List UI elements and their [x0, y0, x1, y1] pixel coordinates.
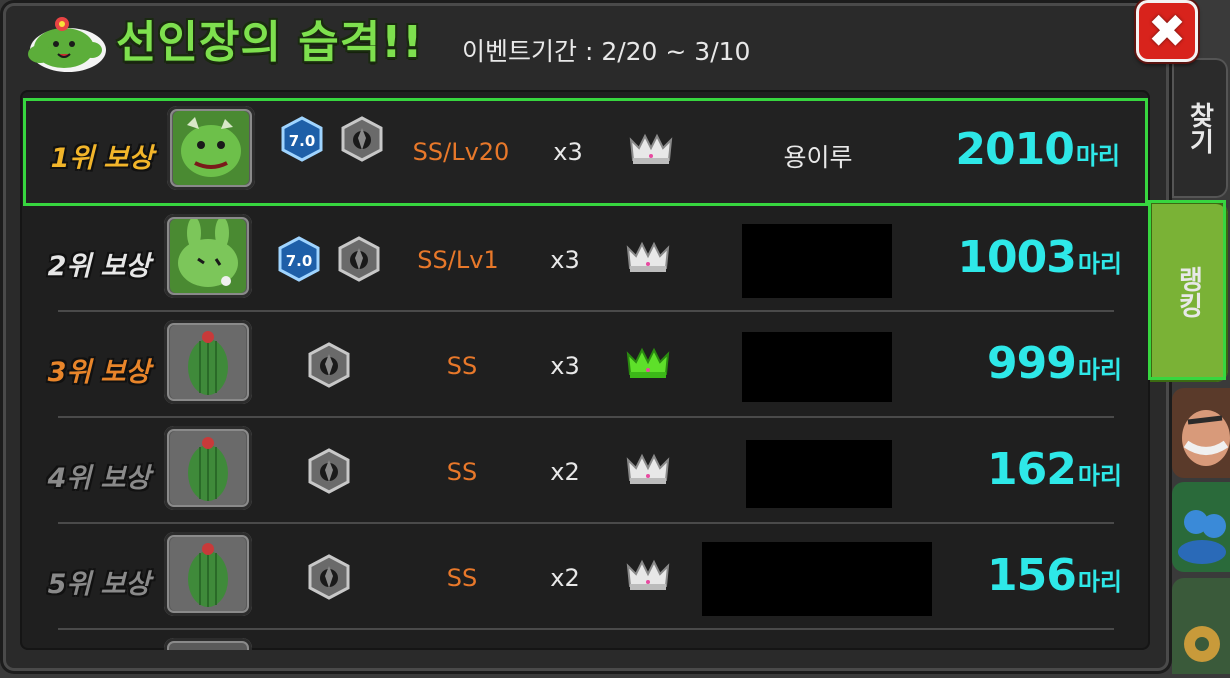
event-period: 이벤트기간 : 2/20 ~ 3/10	[462, 37, 751, 66]
score-label: 1003마리	[957, 232, 1122, 283]
friends-icon[interactable]	[1172, 482, 1230, 572]
grade-label: SS	[446, 564, 478, 592]
rank-label: 3위 보상	[47, 357, 151, 388]
close-icon: ✖	[1147, 4, 1187, 58]
multiplier-label: x3	[550, 246, 580, 274]
score-value: 999	[986, 338, 1077, 389]
monster-portrait-cactus	[164, 426, 252, 510]
gem-icon	[338, 236, 380, 282]
multiplier-label: x3	[553, 138, 583, 166]
score-label: 999마리	[987, 338, 1122, 389]
rank-label: 2위 보상	[47, 251, 151, 282]
villain-avatar-icon[interactable]	[1172, 388, 1230, 478]
player-name: 용이루	[783, 143, 853, 172]
crown-green-icon	[626, 347, 670, 378]
grade-label: SS/Lv20	[412, 138, 510, 166]
tab-ranking-highlight	[1148, 200, 1226, 380]
monster-portrait-rabbit	[164, 214, 252, 298]
score-label: 156마리	[987, 550, 1122, 601]
monster-portrait-cactus	[164, 532, 252, 616]
ranking-row-2[interactable]: 2위 보상 7.0 SS/Lv1 x3 1003마리	[20, 206, 1150, 312]
score-unit: 마리	[1077, 250, 1122, 278]
score-label: 162마리	[987, 444, 1122, 495]
monster-portrait-partial	[164, 638, 252, 650]
ranking-row-3[interactable]: 3위 보상 SS x3 999마리	[20, 312, 1150, 418]
redacted-name	[742, 224, 892, 298]
gem-icon	[341, 116, 383, 162]
level-badge-text: 7.0	[286, 252, 313, 270]
crown-icon	[626, 559, 670, 590]
crown-icon	[626, 453, 670, 484]
grade-label: SS	[446, 352, 478, 380]
level-badge-icon: 7.0	[281, 116, 323, 162]
redacted-name	[746, 440, 892, 508]
score-value: 156	[986, 550, 1077, 601]
tab-search[interactable]: 찾기	[1172, 58, 1228, 198]
score-value: 1003	[957, 232, 1076, 283]
close-button[interactable]: ✖	[1136, 0, 1198, 62]
monster-portrait-dragon	[167, 106, 255, 190]
redacted-name	[742, 332, 892, 402]
gem-icon	[308, 554, 350, 600]
level-badge-icon: 7.0	[278, 236, 320, 282]
redacted-name	[702, 542, 932, 616]
monster-portrait-cactus	[164, 320, 252, 404]
ranking-row-5[interactable]: 5위 보상 SS x2 156마리	[20, 524, 1150, 630]
score-unit: 마리	[1077, 568, 1122, 596]
ranking-list[interactable]: 1위 보상 7.0 SS/Lv20 x3 용이루 2010마리 2위 보상 7.…	[20, 90, 1150, 650]
multiplier-label: x3	[550, 352, 580, 380]
ranking-row-1[interactable]: 1위 보상 7.0 SS/Lv20 x3 용이루 2010마리	[23, 98, 1148, 206]
score-unit: 마리	[1077, 462, 1122, 490]
row-divider	[58, 628, 1114, 630]
rank-label: 5위 보상	[47, 569, 151, 600]
tab-search-label: 찾기	[1184, 102, 1215, 154]
grade-label: SS/Lv1	[417, 246, 499, 274]
score-value: 162	[986, 444, 1077, 495]
gem-icon	[308, 448, 350, 494]
level-badge-text: 7.0	[289, 132, 316, 150]
grade-label: SS	[446, 458, 478, 486]
event-panel: 선인장의 습격!! 이벤트기간 : 2/20 ~ 3/10 1위 보상 7.0	[0, 0, 1172, 674]
ranking-row-4[interactable]: 4위 보상 SS x2 162마리	[20, 418, 1150, 524]
event-title: 선인장의 습격!!	[116, 17, 424, 68]
gem-icon	[308, 342, 350, 388]
multiplier-label: x2	[550, 458, 580, 486]
rank-label: 1위 보상	[50, 143, 154, 174]
score-label: 2010마리	[955, 124, 1120, 175]
settings-gear-icon[interactable]	[1172, 578, 1230, 674]
rank-label: 4위 보상	[47, 463, 151, 494]
cactus-mascot-icon	[28, 17, 106, 72]
multiplier-label: x2	[550, 564, 580, 592]
header: 선인장의 습격!! 이벤트기간 : 2/20 ~ 3/10	[0, 0, 1172, 90]
crown-icon	[629, 133, 673, 164]
crown-icon	[626, 241, 670, 272]
score-value: 2010	[955, 124, 1074, 175]
score-unit: 마리	[1077, 356, 1122, 384]
score-unit: 마리	[1075, 142, 1120, 170]
